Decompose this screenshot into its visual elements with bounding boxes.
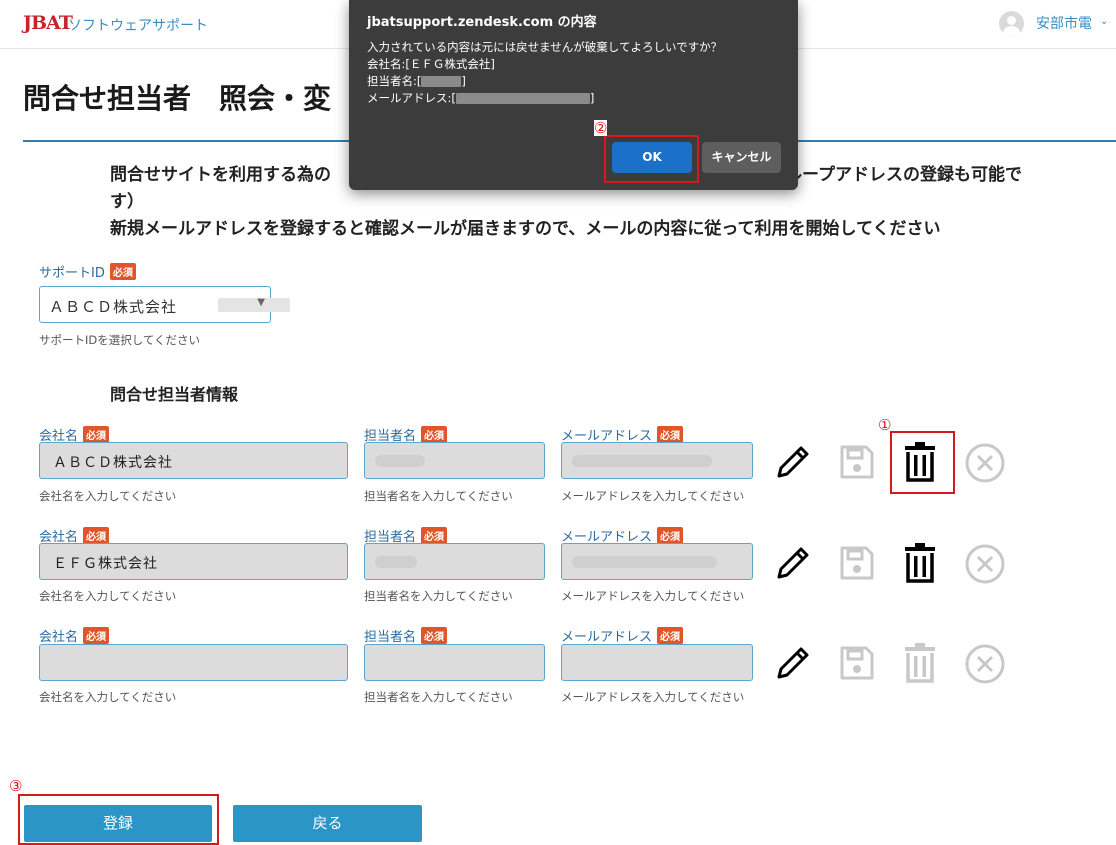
email-field[interactable] bbox=[561, 543, 753, 580]
step3-highlight bbox=[18, 794, 219, 845]
email-help: メールアドレスを入力してください bbox=[561, 589, 745, 603]
redacted-text bbox=[572, 455, 712, 467]
intro-line2: 新規メールアドレスを登録すると確認メールが届きますので、メールの内容に従って利用… bbox=[110, 219, 941, 239]
save-icon[interactable] bbox=[836, 642, 878, 684]
email-help: メールアドレスを入力してください bbox=[561, 489, 745, 503]
required-badge: 必須 bbox=[657, 627, 684, 644]
dropdown-arrow-icon: ▼ bbox=[257, 297, 265, 308]
company-help: 会社名を入力してください bbox=[39, 589, 177, 603]
person-help: 担当者名を入力してください bbox=[364, 489, 513, 503]
email-label: メールアドレス 必須 bbox=[561, 626, 684, 645]
close-circle-icon[interactable] bbox=[963, 441, 1007, 485]
step1-highlight bbox=[890, 431, 955, 494]
support-id-value: ＡＢＣＤ株式会社 bbox=[49, 298, 178, 316]
close-circle-icon[interactable] bbox=[963, 542, 1007, 586]
dialog-title: jbatsupport.zendesk.com の内容 bbox=[367, 15, 597, 30]
person-help: 担当者名を入力してください bbox=[364, 690, 513, 704]
jbat-logo[interactable]: JBAT bbox=[23, 12, 73, 34]
redacted-text bbox=[375, 556, 417, 568]
required-badge: 必須 bbox=[83, 627, 110, 644]
back-button[interactable]: 戻る bbox=[233, 805, 422, 842]
person-field[interactable] bbox=[364, 644, 545, 681]
dialog-person-line: 担当者名:[] bbox=[367, 74, 466, 88]
close-circle-icon[interactable] bbox=[963, 642, 1007, 686]
user-avatar-icon[interactable] bbox=[999, 11, 1024, 36]
dialog-email-line: メールアドレス:[] bbox=[367, 91, 595, 105]
save-icon[interactable] bbox=[836, 542, 878, 584]
support-id-select[interactable]: ＡＢＣＤ株式会社 ▼ bbox=[39, 286, 290, 323]
chevron-down-icon[interactable]: ⌄ bbox=[1100, 16, 1108, 27]
step3-marker: ③ bbox=[9, 777, 23, 795]
person-help: 担当者名を入力してください bbox=[364, 589, 513, 603]
pencil-icon[interactable] bbox=[771, 642, 815, 684]
redacted-text bbox=[375, 455, 425, 467]
header-subtitle: ソフトウェアサポート bbox=[68, 18, 208, 34]
intro-line1-head: 問合せサイトを利用する為の bbox=[110, 165, 331, 185]
trash-icon[interactable] bbox=[899, 639, 941, 687]
person-field[interactable] bbox=[364, 442, 545, 479]
confirm-dialog: jbatsupport.zendesk.com の内容 入力されている内容は元に… bbox=[349, 0, 798, 190]
company-field[interactable]: ＥＦＧ株式会社 bbox=[39, 543, 348, 580]
intro-line1-wrap: す） bbox=[110, 192, 144, 212]
person-field[interactable] bbox=[364, 543, 545, 580]
user-menu[interactable]: 安部市電 bbox=[1036, 13, 1092, 33]
step2-marker: ② bbox=[594, 119, 608, 137]
dialog-message-text: 入力されている内容は元には戻せませんが破棄してよろしいですか？ bbox=[367, 40, 723, 54]
required-badge: 必須 bbox=[421, 426, 448, 443]
required-badge: 必須 bbox=[657, 426, 684, 443]
company-field[interactable] bbox=[39, 644, 348, 681]
person-label: 担当者名 必須 bbox=[364, 626, 448, 645]
email-field[interactable] bbox=[561, 644, 753, 681]
support-id-label: サポートID 必須 bbox=[39, 262, 136, 281]
redacted-text bbox=[218, 298, 290, 312]
dialog-message: 入力されている内容は元には戻せませんが破棄してよろしいですか？ 会社名:[ＥＦＧ… bbox=[367, 39, 722, 107]
redacted-text bbox=[572, 556, 717, 568]
company-value: ＡＢＣＤ株式会社 bbox=[53, 455, 173, 471]
redacted-text bbox=[421, 76, 462, 87]
pencil-icon[interactable] bbox=[771, 542, 815, 584]
company-help: 会社名を入力してください bbox=[39, 489, 177, 503]
trash-icon[interactable] bbox=[899, 539, 941, 587]
dialog-company-line: 会社名:[ＥＦＧ株式会社] bbox=[367, 57, 495, 71]
email-help: メールアドレスを入力してください bbox=[561, 690, 745, 704]
save-icon[interactable] bbox=[836, 441, 878, 483]
email-field[interactable] bbox=[561, 442, 753, 479]
required-badge: 必須 bbox=[421, 627, 448, 644]
company-help: 会社名を入力してください bbox=[39, 690, 177, 704]
support-id-help: サポートIDを選択してください bbox=[39, 333, 201, 347]
redacted-text bbox=[455, 93, 590, 104]
required-badge: 必須 bbox=[83, 527, 110, 544]
step1-marker: ① bbox=[878, 416, 892, 434]
required-badge: 必須 bbox=[83, 426, 110, 443]
page-title: 問合せ担当者 照会・変 bbox=[23, 82, 332, 115]
required-badge: 必須 bbox=[421, 527, 448, 544]
cancel-button[interactable]: キャンセル bbox=[702, 142, 781, 173]
required-badge: 必須 bbox=[657, 527, 684, 544]
company-label: 会社名 必須 bbox=[39, 626, 110, 645]
pencil-icon[interactable] bbox=[771, 441, 815, 483]
step2-highlight bbox=[604, 135, 699, 183]
required-badge: 必須 bbox=[109, 263, 136, 280]
company-value: ＥＦＧ株式会社 bbox=[53, 556, 158, 572]
contacts-section-title: 問合せ担当者情報 bbox=[110, 385, 239, 404]
company-field[interactable]: ＡＢＣＤ株式会社 bbox=[39, 442, 348, 479]
